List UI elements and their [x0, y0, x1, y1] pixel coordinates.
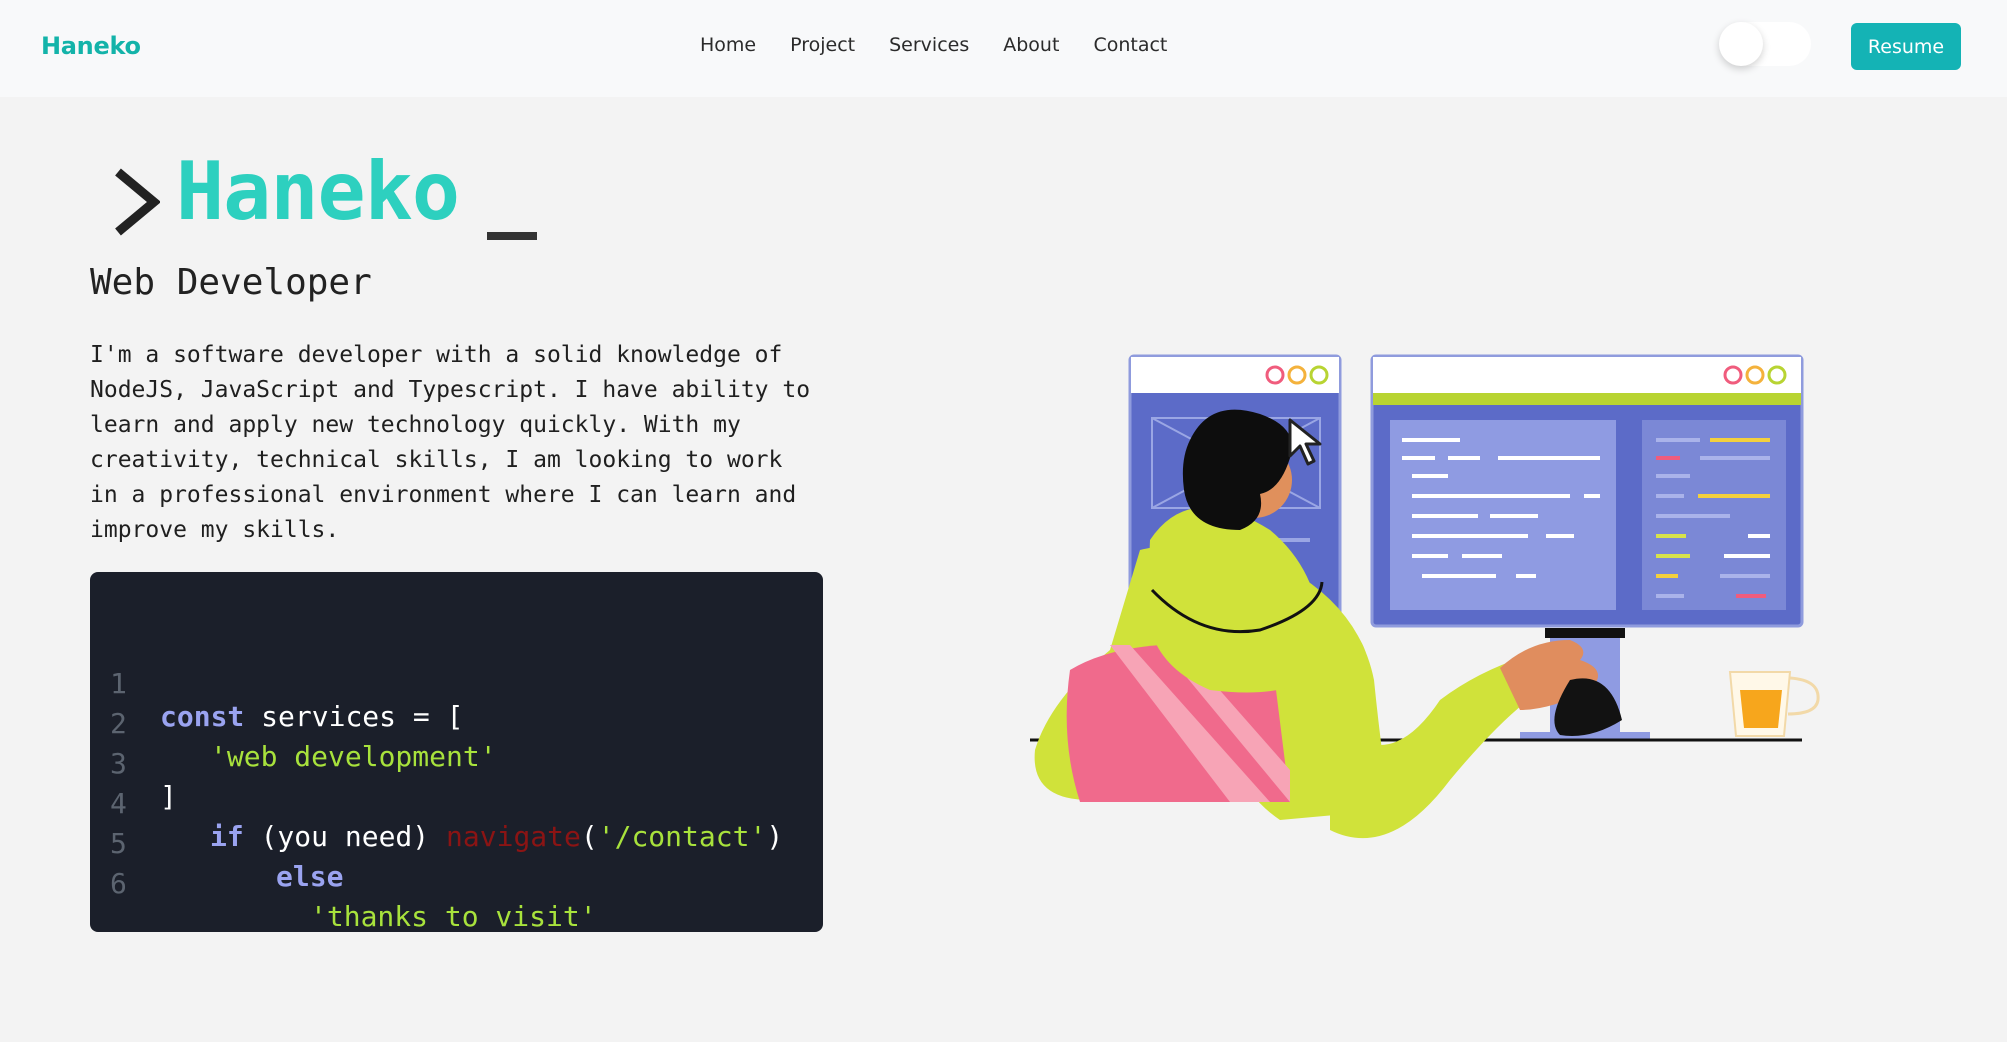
hero-bio: I'm a software developer with a solid kn… — [90, 338, 830, 548]
nav-link-contact[interactable]: Contact — [1093, 34, 1167, 56]
nav-link-services[interactable]: Services — [889, 34, 969, 56]
theme-toggle[interactable] — [1719, 22, 1811, 66]
code-block: 1 const services = [ 2 'web development'… — [90, 572, 823, 933]
bio-line: I'm a software developer with a solid kn… — [90, 342, 783, 368]
bio-line: NodeJS, JavaScript and Typescript. I hav… — [90, 377, 811, 403]
code-text: 'thanks to visit' — [310, 900, 597, 933]
code-line: 2 'web development' — [90, 674, 823, 773]
chevron-right-icon — [115, 168, 160, 236]
nav-links: Home Project Services About Contact — [700, 34, 1201, 56]
bio-line: improve my skills. — [90, 517, 340, 543]
nav-link-home[interactable]: Home — [700, 34, 756, 56]
code-line: 3 ] — [90, 714, 823, 813]
nav-link-project[interactable]: Project — [790, 34, 855, 56]
bio-line: learn and apply new technology quickly. … — [90, 412, 741, 438]
brand-logo[interactable]: Haneko — [41, 32, 141, 60]
resume-button[interactable]: Resume — [1851, 23, 1961, 70]
developer-at-monitors-illustration — [1030, 354, 1820, 839]
nav-link-about[interactable]: About — [1003, 34, 1059, 56]
terminal-cursor — [487, 232, 537, 240]
code-line: 4 if (you need) navigate('/contact') — [90, 754, 823, 853]
bio-line: creativity, technical skills, I am looki… — [90, 447, 783, 473]
hero-name: Haneko — [176, 145, 460, 238]
bio-line: in a professional environment where I ca… — [90, 482, 797, 508]
code-line: 5 else — [90, 794, 823, 893]
hero-subtitle: Web Developer — [90, 262, 372, 303]
code-token: 'thanks to visit' — [310, 900, 597, 933]
toggle-knob — [1719, 22, 1763, 66]
line-number: 6 — [110, 867, 127, 900]
code-line: 1 const services = [ — [90, 634, 823, 733]
code-line: 6 'thanks to visit' — [90, 834, 823, 933]
navbar: Haneko Home Project Services About Conta… — [0, 0, 2007, 97]
